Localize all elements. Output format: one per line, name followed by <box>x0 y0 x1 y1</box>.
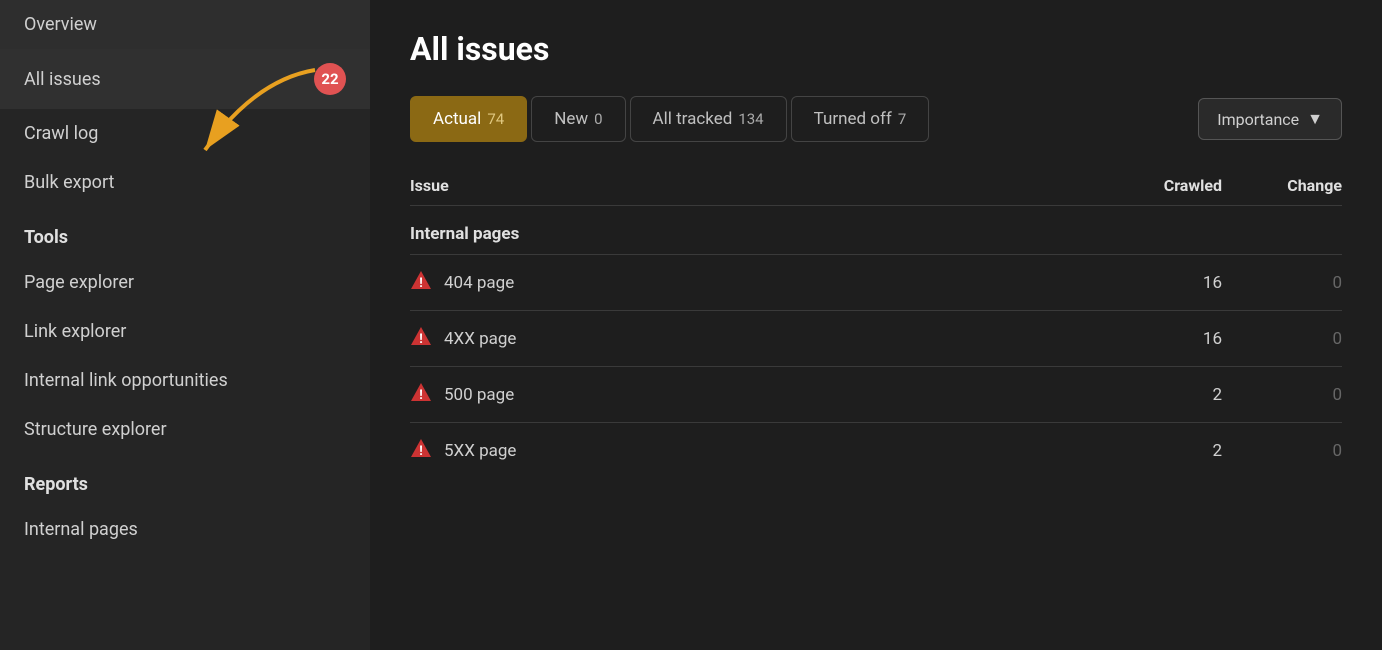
issue-cell-500: ! 500 page <box>410 381 1082 408</box>
sidebar-label-internal-pages: Internal pages <box>24 519 138 540</box>
tab-bar: Actual 74 New 0 All tracked 134 Turned o… <box>410 96 1342 142</box>
crawled-cell-500: 2 <box>1082 385 1222 405</box>
sidebar-label-page-explorer: Page explorer <box>24 272 134 293</box>
col-header-crawled: Crawled <box>1082 176 1222 195</box>
sidebar-item-link-explorer[interactable]: Link explorer <box>0 307 370 356</box>
table-row[interactable]: ! 500 page 2 0 <box>410 366 1342 422</box>
main-content: All issues Actual 74 New 0 All tracked 1… <box>370 0 1382 650</box>
change-cell-5xx: 0 <box>1222 441 1342 461</box>
table-row[interactable]: ! 5XX page 2 0 <box>410 422 1342 478</box>
col-header-change: Change <box>1222 176 1342 195</box>
tab-new[interactable]: New 0 <box>531 96 625 142</box>
table-header: Issue Crawled Change <box>410 166 1342 206</box>
sidebar-label-bulk-export: Bulk export <box>24 172 114 193</box>
tab-turned-off-count: 7 <box>898 110 906 128</box>
tab-all-tracked-label: All tracked <box>653 109 733 129</box>
tools-section-header: Tools <box>0 207 370 258</box>
tab-actual-label: Actual <box>433 109 481 129</box>
sidebar-label-structure-explorer: Structure explorer <box>24 419 167 440</box>
sidebar-label-link-explorer: Link explorer <box>24 321 126 342</box>
issue-label-5xx: 5XX page <box>444 441 516 461</box>
tab-all-tracked-count: 134 <box>738 110 763 128</box>
alert-icon-404: ! <box>410 269 432 296</box>
section-header-label: Internal pages <box>410 224 519 244</box>
change-cell-500: 0 <box>1222 385 1342 405</box>
all-issues-badge: 22 <box>314 63 346 95</box>
tab-turned-off-label: Turned off <box>814 109 892 129</box>
sidebar-item-all-issues[interactable]: All issues 22 <box>0 49 370 109</box>
crawled-cell-404: 16 <box>1082 273 1222 293</box>
issue-label-404: 404 page <box>444 273 514 293</box>
svg-text:!: ! <box>419 444 423 459</box>
sidebar-item-structure-explorer[interactable]: Structure explorer <box>0 405 370 454</box>
col-header-issue: Issue <box>410 176 1082 195</box>
crawled-cell-5xx: 2 <box>1082 441 1222 461</box>
issue-cell-404: ! 404 page <box>410 269 1082 296</box>
sidebar-item-page-explorer[interactable]: Page explorer <box>0 258 370 307</box>
alert-icon-5xx: ! <box>410 437 432 464</box>
issue-label-4xx: 4XX page <box>444 329 516 349</box>
issue-cell-5xx: ! 5XX page <box>410 437 1082 464</box>
alert-icon-500: ! <box>410 381 432 408</box>
change-cell-4xx: 0 <box>1222 329 1342 349</box>
sidebar-item-crawl-log[interactable]: Crawl log <box>0 109 370 158</box>
tab-new-label: New <box>554 109 588 129</box>
alert-icon-4xx: ! <box>410 325 432 352</box>
page-title: All issues <box>410 30 1342 68</box>
issue-label-500: 500 page <box>444 385 514 405</box>
sidebar-item-overview[interactable]: Overview <box>0 0 370 49</box>
svg-text:!: ! <box>419 276 423 291</box>
tab-actual-count: 74 <box>487 110 504 128</box>
sidebar: Overview All issues 22 Crawl log Bulk ex… <box>0 0 370 650</box>
sidebar-label-all-issues: All issues <box>24 69 101 90</box>
section-internal-pages: Internal pages <box>410 210 1342 254</box>
svg-text:!: ! <box>419 332 423 347</box>
importance-dropdown[interactable]: Importance ▼ <box>1198 98 1342 140</box>
tab-actual[interactable]: Actual 74 <box>410 96 527 142</box>
reports-section-header: Reports <box>0 454 370 505</box>
issue-cell-4xx: ! 4XX page <box>410 325 1082 352</box>
tab-turned-off[interactable]: Turned off 7 <box>791 96 930 142</box>
svg-text:!: ! <box>419 388 423 403</box>
crawled-cell-4xx: 16 <box>1082 329 1222 349</box>
tab-all-tracked[interactable]: All tracked 134 <box>630 96 787 142</box>
table-row[interactable]: ! 4XX page 16 0 <box>410 310 1342 366</box>
sidebar-item-internal-pages[interactable]: Internal pages <box>0 505 370 554</box>
change-cell-404: 0 <box>1222 273 1342 293</box>
sidebar-label-overview: Overview <box>24 14 97 35</box>
sidebar-label-internal-link-opportunities: Internal link opportunities <box>24 370 228 391</box>
table-row[interactable]: ! 404 page 16 0 <box>410 254 1342 310</box>
sidebar-item-internal-link-opportunities[interactable]: Internal link opportunities <box>0 356 370 405</box>
importance-label: Importance <box>1217 110 1299 129</box>
sidebar-item-bulk-export[interactable]: Bulk export <box>0 158 370 207</box>
sidebar-label-crawl-log: Crawl log <box>24 123 98 144</box>
chevron-down-icon: ▼ <box>1307 109 1323 129</box>
tab-new-count: 0 <box>594 110 602 128</box>
